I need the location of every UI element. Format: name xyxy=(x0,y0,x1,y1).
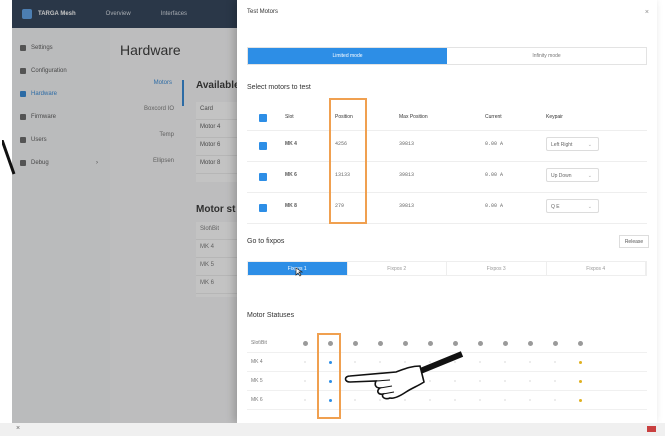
bit-header-dot xyxy=(452,340,458,346)
fixpos-3-button[interactable]: Fixpos 3 xyxy=(447,262,547,275)
mode-toggle: Limited mode Infinity mode xyxy=(247,47,647,65)
limited-mode-button[interactable]: Limited mode xyxy=(248,48,447,64)
status-dot xyxy=(578,379,582,383)
close-icon[interactable]: × xyxy=(645,9,649,16)
bottom-bar: × xyxy=(0,423,665,436)
status-dot xyxy=(479,361,481,363)
col-keypair: Keypair xyxy=(546,114,563,120)
close-icon[interactable]: × xyxy=(16,425,20,432)
caret-down-icon: ⌄ xyxy=(587,173,592,179)
bit-header-dot xyxy=(527,340,533,346)
bit-header-dot xyxy=(302,340,308,346)
select-motors-label: Select motors to test xyxy=(247,84,311,91)
goto-fixpos-label: Go to fixpos xyxy=(247,238,285,245)
col-current: Current xyxy=(485,114,502,120)
fixpos-tabs: Fixpos 1 Fixpos 2 Fixpos 3 Fixpos 4 xyxy=(247,261,647,276)
bit-header-dot xyxy=(477,340,483,346)
status-dot xyxy=(578,398,582,402)
modal-title: Test Motors xyxy=(247,9,279,15)
bit-header-dot xyxy=(577,340,583,346)
motor-checkbox[interactable] xyxy=(259,142,267,150)
bit-header-dot xyxy=(377,340,383,346)
motor-statuses-label: Motor Statuses xyxy=(247,312,295,319)
status-dot xyxy=(304,399,306,401)
status-dot xyxy=(554,380,556,382)
test-motors-modal: Test Motors × Limited mode Infinity mode… xyxy=(237,0,657,423)
status-dot xyxy=(529,361,531,363)
bit-header-dot xyxy=(352,340,358,346)
release-button[interactable]: Release xyxy=(619,235,649,248)
bit-header-dot xyxy=(402,340,408,346)
status-dot xyxy=(578,360,582,364)
motor-checkbox[interactable] xyxy=(259,204,267,212)
table-row: MK 6 13133 39813 0.00 A Up Down ⌄ xyxy=(247,162,647,193)
position-column-highlight xyxy=(329,98,367,224)
status-dot xyxy=(554,399,556,401)
status-dot xyxy=(304,361,306,363)
table-row: MK 4 4256 39813 0.00 A Left Right ⌄ xyxy=(247,131,647,162)
status-dot xyxy=(529,380,531,382)
col-max-position: Max Position xyxy=(399,114,428,120)
keypair-select[interactable]: Q E ⌄ xyxy=(546,199,599,213)
motor-checkbox[interactable] xyxy=(259,173,267,181)
fixpos-2-button[interactable]: Fixpos 2 xyxy=(348,262,447,275)
caret-down-icon: ⌄ xyxy=(587,142,592,148)
status-column-highlight xyxy=(317,333,341,419)
status-dot xyxy=(554,361,556,363)
fixpos-4-button[interactable]: Fixpos 4 xyxy=(547,262,646,275)
status-dot xyxy=(504,380,506,382)
bit-header-dot xyxy=(427,340,433,346)
infinity-mode-button[interactable]: Infinity mode xyxy=(447,48,646,64)
select-all-checkbox[interactable] xyxy=(259,114,267,122)
hand-pointer-icon xyxy=(344,351,464,400)
table-header: Slot Position Max Position Current Keypa… xyxy=(247,105,647,131)
bit-header-dot xyxy=(552,340,558,346)
cursor-icon xyxy=(295,267,303,277)
table-row: MK 8 279 39813 0.00 A Q E ⌄ xyxy=(247,193,647,224)
status-dot xyxy=(304,380,306,382)
status-dot xyxy=(504,361,506,363)
status-dot xyxy=(504,399,506,401)
keypair-select[interactable]: Left Right ⌄ xyxy=(546,137,599,151)
status-dot xyxy=(529,399,531,401)
keypair-select[interactable]: Up Down ⌄ xyxy=(546,168,599,182)
status-dot xyxy=(479,380,481,382)
flag-icon xyxy=(647,426,656,432)
bit-header-dot xyxy=(502,340,508,346)
status-dot xyxy=(479,399,481,401)
caret-down-icon: ⌄ xyxy=(587,204,592,210)
col-slot: Slot xyxy=(285,114,294,120)
modal-backdrop[interactable] xyxy=(12,0,242,423)
annotation-arrow-icon xyxy=(2,140,16,175)
